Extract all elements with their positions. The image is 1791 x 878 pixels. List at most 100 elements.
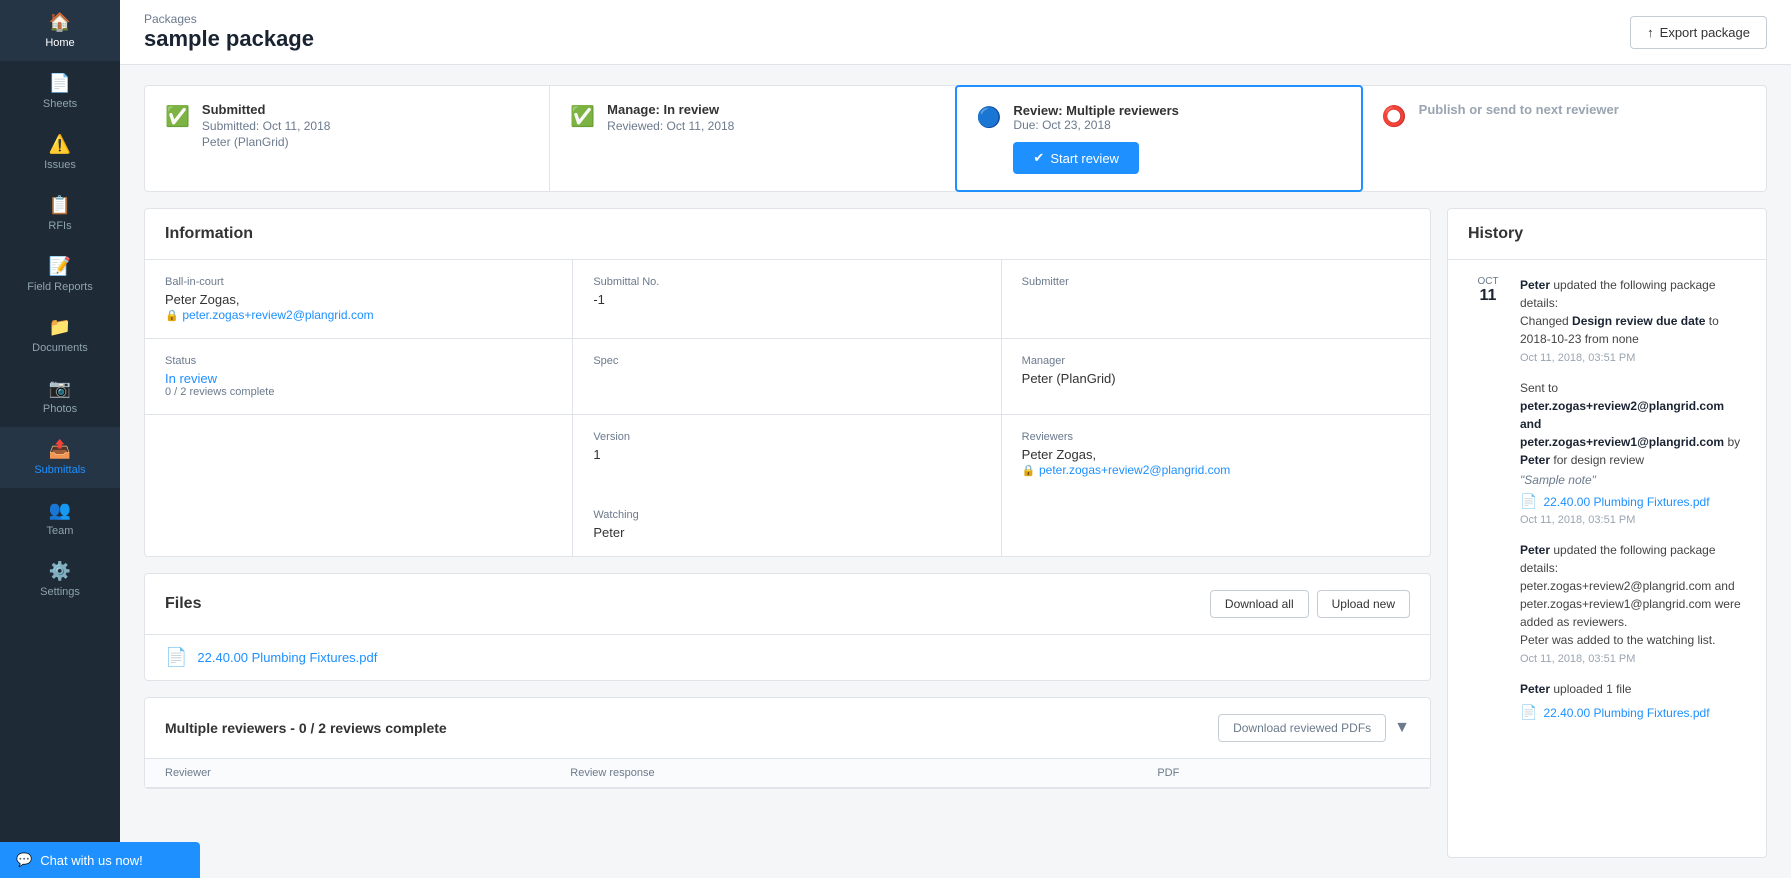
history-pdf-icon-1d: 📄	[1520, 704, 1537, 721]
history-actor-1d: Peter	[1520, 682, 1550, 696]
sidebar-item-rfis[interactable]: 📋 RFIs	[0, 183, 120, 244]
reviewers-header: Multiple reviewers - 0 / 2 reviews compl…	[145, 698, 1430, 759]
lower-area: Information Ball-in-court Peter Zogas, 🔒…	[144, 208, 1767, 858]
manager-value: Peter (PlanGrid)	[1022, 371, 1410, 386]
history-file-1d[interactable]: 📄 22.40.00 Plumbing Fixtures.pdf	[1520, 704, 1746, 721]
history-day-1: 11	[1468, 287, 1508, 305]
files-actions: Download all Upload new	[1210, 590, 1410, 618]
reviewers-card: Multiple reviewers - 0 / 2 reviews compl…	[144, 697, 1431, 789]
step-content-submitted: Submitted Submitted: Oct 11, 2018 Peter …	[202, 102, 529, 149]
submitter-label: Submitter	[1022, 276, 1410, 288]
submittals-icon: 📤	[49, 439, 71, 460]
history-text-1d: Peter uploaded 1 file	[1520, 680, 1746, 698]
upload-new-button[interactable]: Upload new	[1317, 590, 1410, 618]
history-pdf-icon-1b: 📄	[1520, 493, 1537, 510]
reviewers-actions: Download reviewed PDFs ▼	[1218, 714, 1410, 742]
sidebar-item-photos[interactable]: 📷 Photos	[0, 366, 120, 427]
files-title: Files	[165, 595, 201, 613]
step-due-review: Due: Oct 23, 2018	[1013, 118, 1340, 132]
submittal-no-value: -1	[593, 292, 980, 307]
reviewers-title: Multiple reviewers - 0 / 2 reviews compl…	[165, 720, 447, 736]
reviewers-label: Reviewers	[1022, 431, 1410, 443]
history-timestamp-1b: Oct 11, 2018, 03:51 PM	[1520, 514, 1746, 526]
reviewer-table: Reviewer Review response PDF	[145, 759, 1430, 788]
rfis-icon: 📋	[49, 195, 71, 216]
file-name[interactable]: 22.40.00 Plumbing Fixtures.pdf	[197, 650, 377, 665]
documents-icon: 📁	[49, 317, 71, 338]
history-timestamp-1c: Oct 11, 2018, 03:51 PM	[1520, 653, 1746, 665]
pdf-col-header: PDF	[1137, 759, 1430, 788]
history-note-1b: "Sample note"	[1520, 473, 1746, 487]
header-left: Packages sample package	[144, 12, 314, 52]
workflow-step-submitted: ✅ Submitted Submitted: Oct 11, 2018 Pete…	[145, 86, 550, 191]
photos-icon: 📷	[49, 378, 71, 399]
ball-in-court-label: Ball-in-court	[165, 276, 552, 288]
sidebar-item-issues[interactable]: ⚠️ Issues	[0, 122, 120, 183]
sidebar-item-submittals[interactable]: 📤 Submittals	[0, 427, 120, 488]
submittal-no-label: Submittal No.	[593, 276, 980, 288]
step-sub1-manage: Reviewed: Oct 11, 2018	[607, 119, 934, 133]
reviewer-table-header-row: Reviewer Review response PDF	[145, 759, 1430, 788]
watching-label: Watching	[593, 509, 980, 521]
chat-icon: 💬	[16, 852, 32, 868]
main-content: Packages sample package ↑ Export package…	[120, 0, 1791, 878]
collapse-reviewers-button[interactable]: ▼	[1394, 719, 1410, 737]
step-active-icon: 🔵	[977, 105, 1002, 130]
step-sub1-submitted: Submitted: Oct 11, 2018	[202, 119, 529, 133]
history-date-1: OCT 11	[1468, 276, 1508, 721]
step-title-review: Review: Multiple reviewers	[1013, 103, 1340, 118]
sidebar-item-sheets[interactable]: 📄 Sheets	[0, 61, 120, 122]
status-cell: Status In review 0 / 2 reviews complete	[145, 339, 573, 415]
start-review-button[interactable]: ✔ Start review	[1013, 142, 1139, 174]
history-detail-bold-1a: Design review due date	[1572, 314, 1705, 328]
settings-icon: ⚙️	[49, 561, 71, 582]
review-response-col-header: Review response	[550, 759, 1137, 788]
sidebar-item-field-reports[interactable]: 📝 Field Reports	[0, 244, 120, 305]
start-review-icon: ✔	[1033, 150, 1044, 166]
history-title: History	[1448, 209, 1766, 260]
ball-in-court-email: 🔒 peter.zogas+review2@plangrid.com	[165, 307, 552, 322]
sidebar-item-team[interactable]: 👥 Team	[0, 488, 120, 549]
history-email-bold-1b: peter.zogas+review2@plangrid.com and pet…	[1520, 399, 1724, 449]
sidebar-item-home[interactable]: 🏠 Home	[0, 0, 120, 61]
sidebar-item-documents[interactable]: 📁 Documents	[0, 305, 120, 366]
status-label: Status	[165, 355, 552, 367]
step-inactive-icon: ⭕	[1382, 104, 1407, 129]
export-icon: ↑	[1647, 25, 1654, 40]
step-done-icon-1: ✅	[165, 104, 190, 129]
version-cell: Version 1	[573, 415, 1001, 493]
workflow-step-publish: ⭕ Publish or send to next reviewer	[1362, 86, 1766, 191]
history-text-1c: Peter updated the following package deta…	[1520, 541, 1746, 649]
manager-cell: Manager Peter (PlanGrid)	[1002, 339, 1430, 415]
reviewers-email: 🔒 peter.zogas+review2@plangrid.com	[1022, 462, 1410, 477]
field-reports-icon: 📝	[49, 256, 71, 277]
download-all-button[interactable]: Download all	[1210, 590, 1309, 618]
spec-cell: Spec	[573, 339, 1001, 415]
history-file-1b[interactable]: 📄 22.40.00 Plumbing Fixtures.pdf	[1520, 493, 1746, 510]
workflow-step-manage: ✅ Manage: In review Reviewed: Oct 11, 20…	[550, 86, 955, 191]
reviews-complete: 0 / 2 reviews complete	[165, 386, 552, 398]
page-title: sample package	[144, 26, 314, 52]
history-body: OCT 11 Peter updated the following packa…	[1448, 260, 1766, 857]
submittal-no-cell: Submittal No. -1	[573, 260, 1001, 339]
breadcrumb: Packages	[144, 12, 314, 26]
information-grid: Ball-in-court Peter Zogas, 🔒 peter.zogas…	[145, 260, 1430, 556]
export-package-button[interactable]: ↑ Export package	[1630, 16, 1767, 49]
submitter-cell: Submitter	[1002, 260, 1430, 339]
reviewers-cell: Reviewers Peter Zogas, 🔒 peter.zogas+rev…	[1002, 415, 1430, 493]
pdf-icon: 📄	[165, 647, 187, 668]
history-entry-1: OCT 11 Peter updated the following packa…	[1468, 276, 1746, 721]
step-content-publish: Publish or send to next reviewer	[1419, 102, 1746, 117]
content-area: ✅ Submitted Submitted: Oct 11, 2018 Pete…	[120, 65, 1791, 878]
history-panel: History OCT 11 Peter updated the followi…	[1447, 208, 1767, 858]
chat-bar[interactable]: 💬 Chat with us now!	[0, 842, 200, 878]
files-card: Files Download all Upload new 📄 22.40.00…	[144, 573, 1431, 681]
sidebar-item-settings[interactable]: ⚙️ Settings	[0, 549, 120, 610]
history-text-1b: Sent to peter.zogas+review2@plangrid.com…	[1520, 379, 1746, 469]
files-header: Files Download all Upload new	[145, 574, 1430, 634]
watching-cell: Watching Peter	[573, 493, 1001, 556]
sidebar: 🏠 Home 📄 Sheets ⚠️ Issues 📋 RFIs 📝 Field…	[0, 0, 120, 878]
lock-icon-1: 🔒	[165, 310, 179, 322]
information-card: Information Ball-in-court Peter Zogas, 🔒…	[144, 208, 1431, 557]
download-reviewed-pdfs-button[interactable]: Download reviewed PDFs	[1218, 714, 1386, 742]
